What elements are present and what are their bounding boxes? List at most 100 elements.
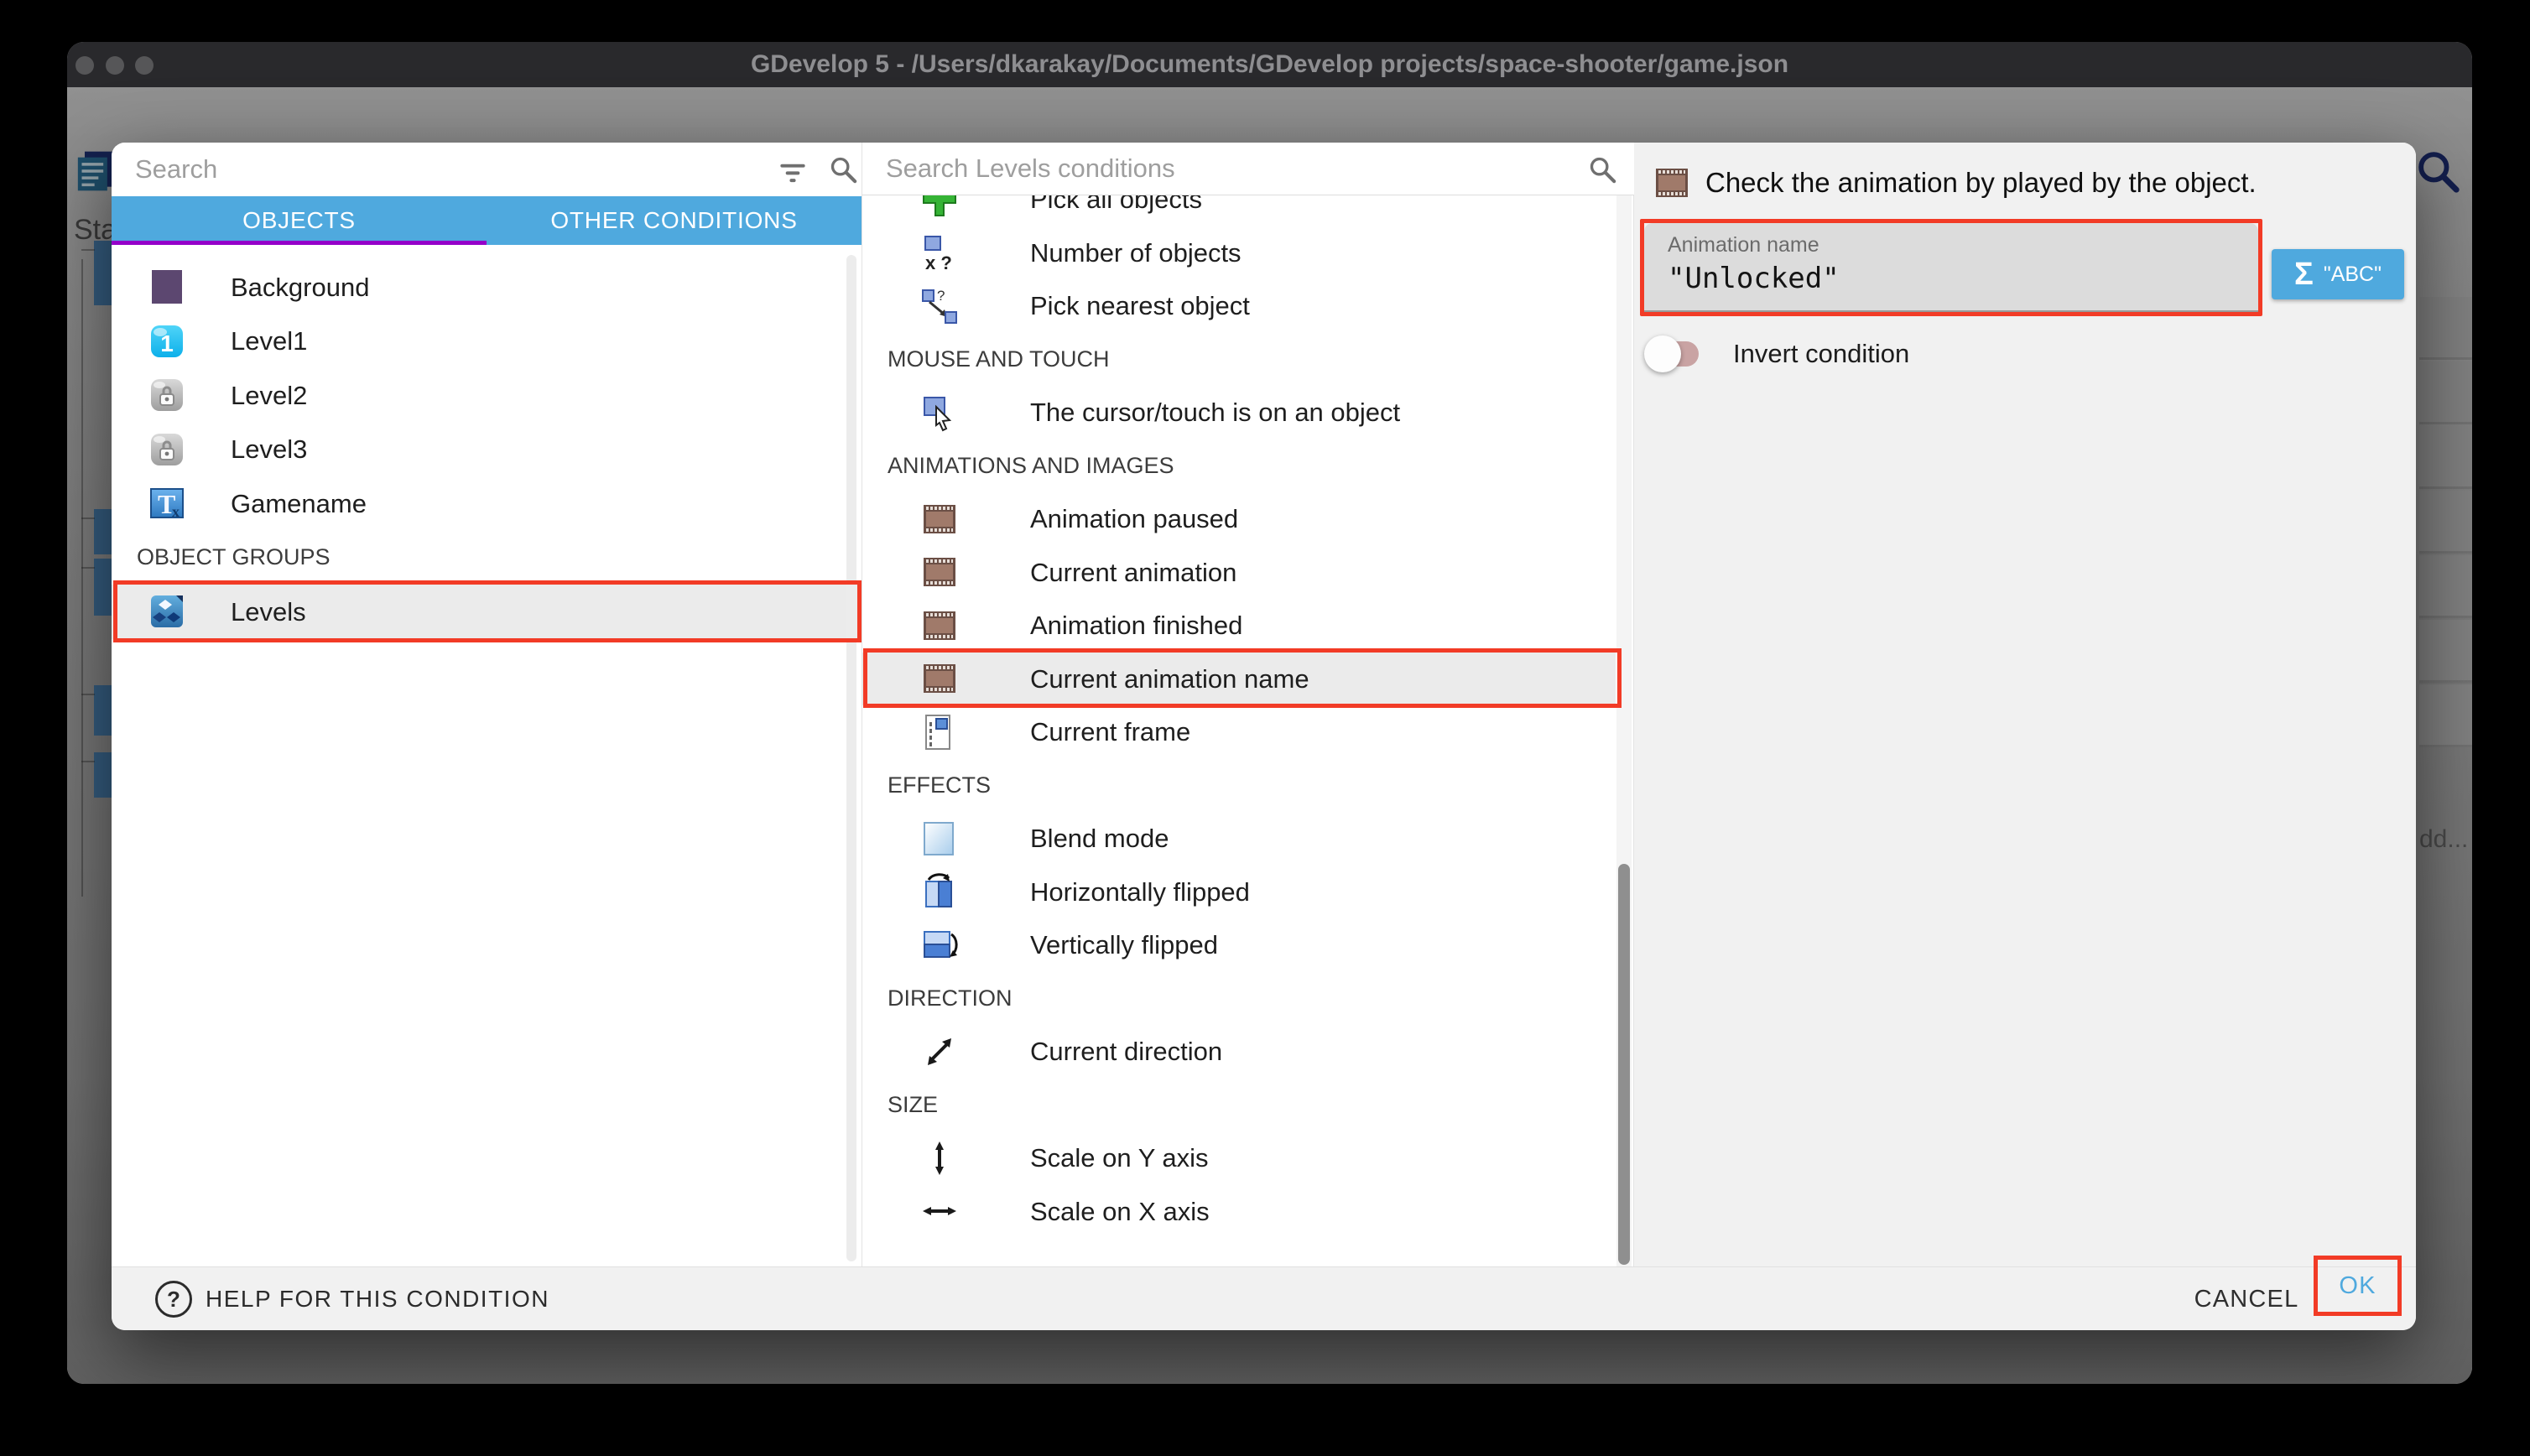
item-label: Pick nearest object [1030,293,1250,319]
animation-name-label: Animation name [1668,233,1819,257]
help-icon: ? [155,1281,192,1318]
section-header: SIZE [862,1079,1616,1132]
invert-condition-label: Invert condition [1733,339,1909,369]
condition-list-item[interactable]: ? Pick nearest object [862,279,1616,333]
item-label: Current animation [1030,559,1236,585]
search-icon[interactable] [826,153,860,186]
pick-nearest-icon: ? [919,286,960,326]
item-label: Pick all objects [1030,195,1202,212]
condition-list-item[interactable]: Blend mode [862,812,1616,866]
item-label: Vertically flipped [1030,932,1218,958]
item-label: Scale on Y axis [1030,1145,1209,1171]
item-label: Number of objects [1030,240,1242,266]
screen: GDevelop 5 - /Users/dkarakay/Documents/G… [0,0,2530,1456]
objects-panel: OBJECTS OTHER CONDITIONS Background 1 Leve… [112,143,862,1266]
help-for-condition-link[interactable]: ? HELP FOR THIS CONDITION [155,1267,549,1330]
conditions-search-input[interactable] [886,148,1540,189]
condition-list-item[interactable]: Animation paused [862,492,1616,546]
ok-button[interactable]: OK [2318,1260,2397,1312]
condition-list-item[interactable]: Current frame [862,705,1616,759]
object-list-item[interactable]: Levels [112,585,862,639]
section-label: DIRECTION [888,987,1013,1010]
objects-tab-bar: OBJECTS OTHER CONDITIONS [112,196,862,245]
section-header: DIRECTION [862,972,1616,1026]
item-label: Scale on X axis [1030,1199,1210,1225]
item-label: Current direction [1030,1038,1222,1064]
conditions-search-row [862,143,1634,195]
tab-objects[interactable]: OBJECTS [112,196,487,245]
film-strip-icon [1652,163,1692,203]
section-label: OBJECT GROUPS [137,546,331,569]
dialog-footer: ? HELP FOR THIS CONDITION CANCEL [112,1266,2416,1330]
item-label: Level2 [231,382,307,408]
object-list-item[interactable]: Level2 [112,368,862,423]
condition-list-item[interactable]: Vertically flipped [862,918,1616,972]
conditions-panel: Pick all objects x ? Number of objects? Pic… [862,143,1634,1266]
condition-header: Check the animation by played by the obj… [1652,163,2257,203]
object-list-item[interactable]: 1 Level1 [112,315,862,369]
condition-list-item[interactable]: Scale on X axis [862,1185,1616,1239]
condition-list-item[interactable]: x ? Number of objects [862,226,1616,280]
svg-text:x ?: x ? [925,252,952,273]
item-label: Blend mode [1030,825,1169,851]
cancel-button[interactable]: CANCEL [2192,1267,2301,1330]
object-list-item[interactable]: Background [112,260,862,315]
condition-list-item[interactable]: Animation finished [862,599,1616,653]
current-frame-icon [919,712,960,752]
item-label: Level1 [231,328,307,354]
tab-other-conditions[interactable]: OTHER CONDITIONS [487,196,862,245]
object-list-item[interactable]: Level3 [112,423,862,477]
blend-mode-icon [919,819,960,859]
condition-list-item[interactable]: Current direction [862,1025,1616,1079]
film-icon [919,552,960,592]
level1-object-icon: 1 [147,321,187,361]
section-header: OBJECT GROUPS [112,531,862,585]
text-object-icon: Tx [147,483,187,523]
animation-name-field[interactable]: Animation name "Unlocked" [1644,223,2258,312]
section-label: SIZE [888,1094,938,1116]
condition-list-item[interactable]: The cursor/touch is on an object [862,386,1616,439]
objects-list: Background 1 Level1 Level2 Level3 Tx Gamename O… [112,245,862,1266]
condition-list-item[interactable]: Horizontally flipped [862,866,1616,919]
film-icon [919,499,960,539]
toggle-knob [1644,335,1681,372]
objects-search-input[interactable] [135,149,747,190]
help-label: HELP FOR THIS CONDITION [206,1286,549,1313]
condition-list-item[interactable]: Pick all objects [862,195,1616,226]
conditions-scrollbar[interactable] [1618,864,1630,1265]
objects-scrollbar[interactable] [846,255,856,1261]
invert-condition-toggle[interactable] [1644,335,1703,372]
ok-button-highlight-frame: OK [2314,1256,2402,1316]
expression-editor-button[interactable]: Σ "ABC" [2272,249,2404,299]
svg-text:x: x [172,503,180,520]
invert-condition-row: Invert condition [1644,335,1909,372]
svg-text:1: 1 [160,330,174,356]
condition-list-item[interactable]: Current animation [862,546,1616,600]
section-label: ANIMATIONS AND IMAGES [888,455,1174,477]
item-label: Levels [231,599,306,625]
section-label: MOUSE AND TOUCH [888,348,1110,371]
background-object-icon [147,267,187,307]
item-label: Gamename [231,491,367,517]
film-icon [919,606,960,646]
sigma-icon: Σ [2294,258,2314,290]
section-header: ANIMATIONS AND IMAGES [862,439,1616,493]
condition-description: Check the animation by played by the obj… [1705,167,2257,199]
item-label: The cursor/touch is on an object [1030,399,1400,425]
item-label: Current frame [1030,719,1190,745]
filter-icon[interactable] [777,155,809,187]
condition-editor-dialog: OBJECTS OTHER CONDITIONS Background 1 Leve… [112,143,2416,1330]
objects-search-row [112,143,862,196]
condition-list-item[interactable]: Current animation name [862,653,1616,706]
condition-list-item[interactable]: Scale on Y axis [862,1131,1616,1185]
lock-object-icon [147,375,187,415]
search-icon[interactable] [1585,153,1619,186]
item-label: Animation finished [1030,612,1242,638]
h-flip-icon [919,871,960,912]
expression-button-label: "ABC" [2324,264,2382,285]
section-label: EFFECTS [888,774,991,797]
svg-text:?: ? [937,288,945,304]
section-header: EFFECTS [862,759,1616,813]
object-list-item[interactable]: Tx Gamename [112,476,862,531]
cursor-on-object-icon [919,393,960,433]
